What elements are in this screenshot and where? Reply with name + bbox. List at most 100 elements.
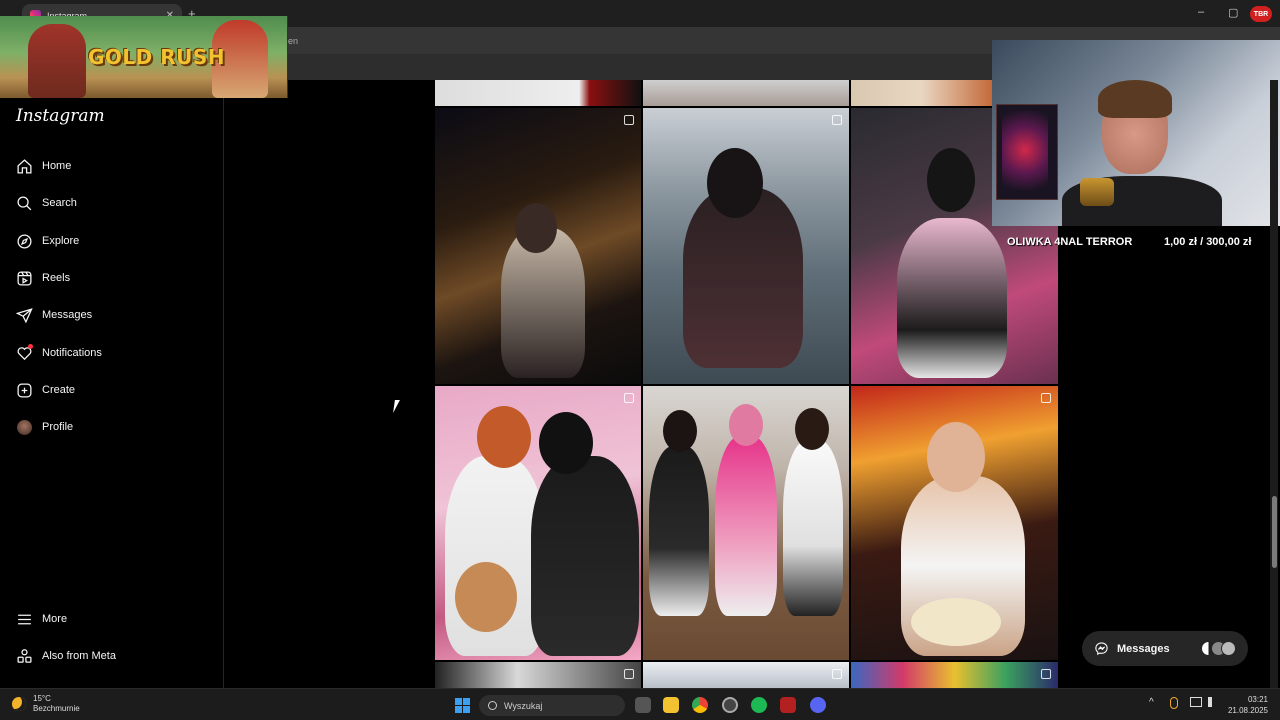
mouse-cursor-icon	[393, 400, 405, 413]
photo-subject-head	[539, 412, 593, 474]
carousel-icon	[624, 669, 634, 679]
grid-post[interactable]	[643, 80, 849, 106]
app-icon[interactable]	[722, 697, 738, 713]
network-icon[interactable]	[1190, 697, 1202, 707]
donation-goal: 1,00 zł / 300,00 zł	[1164, 236, 1252, 248]
page-scrollbar[interactable]	[1270, 80, 1278, 688]
compass-icon	[14, 231, 34, 251]
instagram-logo[interactable]: Instagram	[16, 106, 105, 126]
photo-subject-head	[729, 404, 763, 446]
gold-rush-overlay: GOLD RUSH	[0, 16, 288, 98]
grid-post[interactable]	[851, 386, 1058, 660]
grid-post[interactable]	[851, 662, 1058, 688]
sidebar-item-reels[interactable]: Reels	[14, 267, 70, 289]
instagram-sidebar: Instagram Home Search Explore Reels Mess…	[0, 98, 224, 688]
sidebar-item-profile[interactable]: Profile	[14, 416, 73, 438]
discord-icon[interactable]	[810, 697, 826, 713]
chrome-icon[interactable]	[692, 697, 708, 713]
sidebar-item-notifications[interactable]: Notifications	[14, 342, 102, 364]
search-icon	[14, 193, 34, 213]
taskbar-search-placeholder: Wyszukaj	[504, 700, 543, 711]
photo-subject	[897, 218, 1007, 378]
grid-post[interactable]	[435, 386, 641, 660]
file-explorer-icon[interactable]	[663, 697, 679, 713]
sidebar-item-label: Also from Meta	[42, 650, 116, 662]
avatar	[16, 419, 32, 435]
photo-subject	[649, 446, 709, 616]
moon-icon	[12, 697, 26, 711]
carousel-icon	[1041, 669, 1051, 679]
heart-icon	[14, 343, 34, 363]
grid-post[interactable]	[643, 386, 849, 660]
grid-post[interactable]	[435, 662, 641, 688]
carousel-icon	[832, 115, 842, 125]
meta-apps-icon	[14, 646, 34, 666]
sidebar-item-search[interactable]: Search	[14, 192, 77, 214]
screen: Instagram ✕ + – ▢ TBR en GOLD RUSH Insta…	[0, 0, 1280, 720]
photo-subject	[531, 456, 639, 656]
photo-subject-head	[515, 203, 557, 253]
grid-post[interactable]	[643, 662, 849, 688]
grid-post[interactable]	[643, 108, 849, 384]
menu-icon	[14, 609, 34, 629]
photo-subject-head	[927, 148, 975, 212]
profile-icon-wrap	[14, 417, 34, 437]
carousel-icon	[832, 669, 842, 679]
sidebar-item-create[interactable]: Create	[14, 379, 75, 401]
messages-label: Messages	[1117, 642, 1170, 655]
sidebar-item-label: Messages	[42, 309, 93, 321]
sidebar-item-label: Reels	[42, 272, 71, 284]
photo-subject-head	[795, 408, 829, 450]
plush-toy	[455, 562, 517, 632]
streamer-hair	[1098, 80, 1172, 118]
carousel-icon	[1041, 393, 1051, 403]
messages-button[interactable]: Messages	[1082, 631, 1248, 666]
weather-temperature: 15°C	[33, 694, 51, 703]
sidebar-item-label: Home	[42, 160, 72, 172]
streaming-app-icon[interactable]	[780, 697, 796, 713]
sidebar-item-label: Search	[42, 197, 77, 209]
search-icon	[488, 701, 497, 710]
windows-taskbar: 15°C Bezchmurnie Wyszukaj ^ 03:21 21.08.…	[0, 688, 1280, 720]
windows-start-icon[interactable]	[455, 698, 470, 713]
microphone-icon[interactable]	[1170, 697, 1178, 709]
avatar	[1221, 641, 1236, 656]
photo-subject-head	[707, 148, 763, 218]
grid-post[interactable]	[435, 108, 641, 384]
carousel-icon	[624, 115, 634, 125]
taskbar-search[interactable]: Wyszukaj	[479, 695, 625, 716]
minimize-button[interactable]: –	[1198, 6, 1204, 18]
recent-chats-avatars	[1201, 641, 1236, 656]
noodle-bowl	[911, 598, 1001, 646]
grid-post[interactable]	[851, 80, 992, 106]
sidebar-item-home[interactable]: Home	[14, 155, 71, 177]
send-icon	[14, 305, 34, 325]
messenger-icon	[1095, 642, 1108, 656]
spotify-icon[interactable]	[751, 697, 767, 713]
system-clock[interactable]: 03:21 21.08.2025	[1216, 694, 1268, 716]
sidebar-item-explore[interactable]: Explore	[14, 230, 79, 252]
sidebar-item-more[interactable]: More	[14, 608, 67, 630]
browser-profile-avatar[interactable]: TBR	[1250, 6, 1272, 22]
task-view-icon[interactable]	[635, 697, 651, 713]
game-title: GOLD RUSH	[88, 45, 226, 69]
sidebar-item-messages[interactable]: Messages	[14, 304, 92, 326]
weather-description: Bezchmurnie	[33, 704, 80, 713]
notification-dot	[28, 344, 33, 349]
sidebar-item-also-from-meta[interactable]: Also from Meta	[14, 645, 116, 667]
sidebar-item-label: More	[42, 613, 68, 625]
photo-subject-head	[477, 406, 531, 468]
clock-time: 03:21	[1247, 695, 1268, 704]
pc-rgb-light	[1002, 110, 1048, 190]
sidebar-item-label: Notifications	[42, 347, 102, 359]
scrollbar-thumb[interactable]	[1272, 496, 1277, 568]
photo-subject-head	[663, 410, 697, 452]
donor-name: OLIWKA 4NAL TERROR	[1007, 236, 1133, 248]
tray-overflow-icon[interactable]: ^	[1149, 697, 1154, 708]
grid-post[interactable]	[435, 80, 641, 106]
maximize-button[interactable]: ▢	[1228, 6, 1238, 19]
game-character-left	[28, 24, 86, 98]
home-icon	[14, 156, 34, 176]
weather-widget[interactable]: 15°C Bezchmurnie	[12, 694, 80, 714]
explore-grid	[435, 80, 1058, 688]
